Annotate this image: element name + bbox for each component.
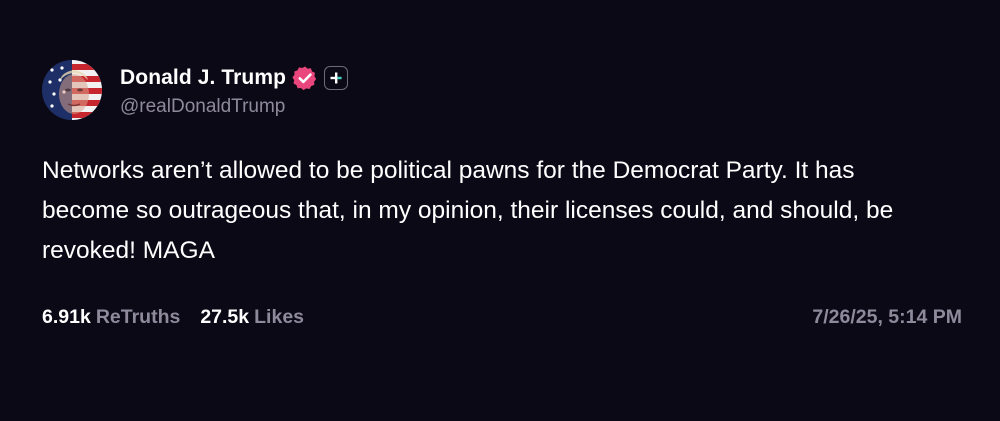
likes-label[interactable]: Likes — [254, 306, 304, 329]
retruths-label[interactable]: ReTruths — [96, 306, 181, 329]
plus-badge-icon[interactable] — [324, 66, 349, 90]
author-handle[interactable]: @realDonaldTrump — [120, 96, 285, 118]
author-row: Donald J. Trump — [120, 64, 349, 92]
post-body-text: Networks aren’t allowed to be political … — [42, 157, 894, 264]
avatar-image — [42, 60, 102, 120]
avatar[interactable] — [42, 60, 102, 120]
retruths-count[interactable]: 6.91k — [42, 306, 91, 329]
post-stats: 6.91k ReTruths 27.5k Likes — [42, 306, 304, 329]
post-timestamp[interactable]: 7/26/25, 5:14 PM — [812, 306, 962, 329]
likes-count[interactable]: 27.5k — [200, 306, 249, 329]
verified-badge-icon — [292, 65, 318, 91]
author-display-name[interactable]: Donald J. Trump — [120, 66, 286, 90]
truth-post-card: Donald J. Trump @realDonaldTrump Network… — [0, 0, 1000, 421]
